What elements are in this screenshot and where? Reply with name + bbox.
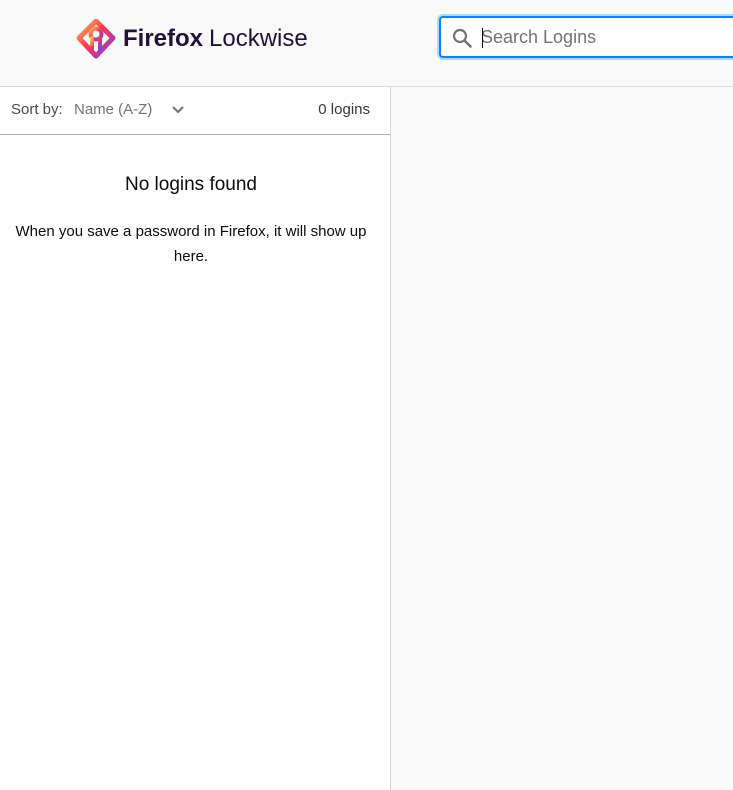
empty-state-description: When you save a password in Firefox, it … xyxy=(15,223,367,265)
brand-name: Firefox Lockwise xyxy=(123,19,308,59)
brand-name-lockwise: Lockwise xyxy=(209,25,308,52)
search-box[interactable] xyxy=(439,16,733,58)
brand-name-firefox: Firefox xyxy=(123,25,204,52)
empty-state-title: No logins found xyxy=(124,174,258,195)
sort-label: Sort by: xyxy=(11,101,63,118)
search-icon xyxy=(452,28,472,48)
chevron-down-icon[interactable] xyxy=(172,106,184,114)
search-input[interactable] xyxy=(481,18,733,56)
text-caret xyxy=(482,28,483,48)
login-list-panel: Sort by: Name (A-Z) 0 logins No logins f… xyxy=(0,87,391,790)
sort-select[interactable]: Name (A-Z) xyxy=(74,101,152,118)
login-count: 0 logins xyxy=(318,101,370,118)
sort-bar: Sort by: Name (A-Z) 0 logins xyxy=(0,87,390,135)
app-header: Firefox Lockwise xyxy=(0,0,733,87)
brand: Firefox Lockwise xyxy=(76,19,308,59)
login-detail-panel xyxy=(391,87,733,790)
lockwise-logo-icon xyxy=(76,19,116,59)
